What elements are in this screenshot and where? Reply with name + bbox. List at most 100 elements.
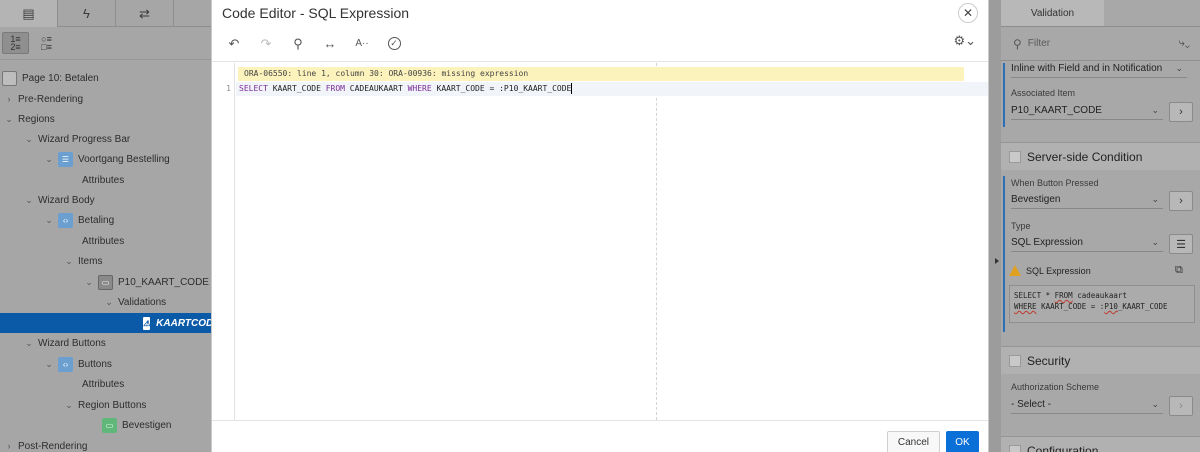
tree-node[interactable]: Attributes [0, 231, 211, 251]
associated-item-goto-button[interactable]: › [1169, 102, 1193, 122]
cancel-button[interactable]: Cancel [886, 431, 940, 452]
tree-node[interactable]: Attributes [0, 170, 211, 190]
dialog-titlebar: Code Editor - SQL Expression ✕ [212, 0, 988, 26]
tree-node-label: Validations [118, 296, 167, 308]
chevron-down-icon[interactable]: ⌄ [24, 134, 34, 145]
chevron-down-icon[interactable]: ⌄ [24, 195, 34, 206]
tree-node-label: Page 10: Betalen [22, 72, 99, 84]
tree-node-label: Bevestigen [122, 419, 172, 431]
button-icon: ▭ [102, 417, 117, 433]
tree-node[interactable]: ⌄ Wizard Buttons [0, 333, 211, 353]
tab-validation[interactable]: Validation [1001, 0, 1104, 27]
redo-icon: ↷ [260, 35, 272, 51]
tree-node[interactable]: ⌄ Validations [0, 292, 211, 312]
splitter-arrow-icon [995, 258, 999, 264]
configuration-header[interactable]: Configuration [1001, 436, 1200, 452]
tree-node[interactable]: ⌄ Items [0, 251, 211, 271]
redo-button[interactable]: ↷ [255, 33, 277, 55]
tree-node[interactable]: › Pre-Rendering [0, 89, 211, 109]
text-cursor [571, 83, 573, 94]
sql-keyword: WHERE [407, 84, 432, 93]
tree-node-label: Region Buttons [78, 399, 147, 411]
authorization-goto-button[interactable]: › [1169, 396, 1193, 416]
chevron-down-icon[interactable]: ⌄ [44, 215, 54, 226]
associated-item-select[interactable]: P10_KAART_CODE ⌄ [1011, 102, 1163, 120]
tree-node[interactable]: ⌄ ‹› Betaling [0, 210, 211, 230]
tree-node[interactable]: ⚠ KAARTCODE [0, 313, 211, 333]
chevron-right-icon: › [1179, 195, 1183, 207]
property-editor: Validation ⚲ Filter ⤷⌄ Inline with Field… [1001, 0, 1200, 452]
numbered-list-icon: 1≡ 2≡ [10, 34, 21, 52]
filter-input[interactable]: Filter [1028, 38, 1050, 49]
processing-tab[interactable]: ⇄ [116, 0, 174, 27]
tree-node-label: Wizard Buttons [38, 337, 106, 349]
chevron-down-icon: ⌄ [1175, 63, 1183, 73]
tree-node[interactable]: Page 10: Betalen [0, 68, 211, 88]
tree-node-label: Betaling [78, 214, 115, 226]
chevron-down-icon[interactable]: ⌄ [64, 400, 74, 411]
tree-node[interactable]: ⌄ ☰ Voortgang Bestelling [0, 149, 211, 169]
print-margin-ruler [656, 63, 657, 420]
autocomplete-button[interactable]: A·· [351, 33, 373, 55]
search-replace-button[interactable]: ↔ [319, 33, 341, 55]
chevron-down-icon[interactable]: ⌄ [104, 297, 114, 308]
sql-keyword: SELECT [239, 84, 268, 93]
when-button-pressed-select[interactable]: Bevestigen ⌄ [1011, 191, 1163, 209]
search-button[interactable]: ⚲ [287, 33, 309, 55]
chevron-down-icon[interactable]: ⌄ [24, 338, 34, 349]
chevron-down-icon[interactable]: ⌄ [84, 277, 94, 288]
tree-node[interactable]: › Post-Rendering [0, 436, 211, 452]
sql-expression-textarea[interactable]: SELECT * FROM cadeaukaart WHERE KAART_CO… [1009, 285, 1195, 323]
chevron-down-icon[interactable]: ⌄ [64, 256, 74, 267]
settings-menu-button[interactable]: ⚙⌄ [953, 33, 976, 49]
close-button[interactable]: ✕ [958, 3, 978, 23]
authorization-scheme-value: - Select - [1011, 399, 1052, 410]
tree-view-component-button[interactable]: ○≡ □≡ [33, 32, 60, 54]
security-header[interactable]: Security [1001, 346, 1200, 374]
undo-button[interactable]: ↶ [223, 33, 245, 55]
item-icon: ▭ [98, 274, 113, 290]
dialog-title: Code Editor - SQL Expression [222, 5, 410, 21]
authorization-scheme-label: Authorization Scheme [1011, 382, 1100, 392]
chevron-down-icon: ⌄ [1151, 237, 1159, 247]
chevron-down-icon[interactable]: ⌄ [44, 154, 54, 165]
rendering-tab[interactable]: ▤ [0, 0, 58, 27]
tree-node-label: Pre-Rendering [18, 93, 84, 105]
tree-view-region-button[interactable]: 1≡ 2≡ [2, 32, 29, 54]
tree-node[interactable]: Attributes [0, 374, 211, 394]
tree-node[interactable]: ⌄ Regions [0, 109, 211, 129]
panel-splitter[interactable] [989, 0, 1001, 452]
ok-button[interactable]: OK [946, 431, 979, 452]
tree-node[interactable]: ⌄ Wizard Body [0, 190, 211, 210]
tree-node-label: Post-Rendering [18, 440, 88, 452]
code-editor[interactable]: 1 ORA-06550: line 1, column 30: ORA-0093… [212, 63, 988, 420]
type-value: SQL Expression [1011, 237, 1083, 248]
collapse-icon [1009, 444, 1021, 452]
shapes-list-icon: ○≡ □≡ [41, 34, 52, 52]
tree-node[interactable]: ▭ Bevestigen [0, 415, 211, 435]
button-goto-button[interactable]: › [1169, 191, 1193, 211]
type-select[interactable]: SQL Expression ⌄ [1011, 234, 1163, 252]
dynamic-actions-tab[interactable]: ϟ [58, 0, 116, 27]
chevron-down-icon: ⌄ [1151, 399, 1159, 409]
error-message: ORA-06550: line 1, column 30: ORA-00936:… [238, 67, 964, 81]
chevron-right-icon[interactable]: › [4, 441, 14, 451]
type-list-button[interactable]: ☰ [1169, 234, 1193, 254]
chevron-down-icon: ⌄ [1151, 105, 1159, 115]
authorization-scheme-select[interactable]: - Select - ⌄ [1011, 396, 1163, 414]
goto-group-button[interactable]: ⤷⌄ [1179, 37, 1190, 50]
open-code-editor-icon[interactable]: ⧉ [1175, 264, 1183, 277]
tree-node[interactable]: ⌄ Region Buttons [0, 395, 211, 415]
validate-button[interactable]: ✓ [383, 33, 405, 55]
code-line[interactable]: SELECT KAART_CODE FROM CADEAUKAART WHERE… [236, 82, 988, 96]
chevron-down-icon[interactable]: ⌄ [4, 114, 14, 125]
server-side-condition-header[interactable]: Server-side Condition [1001, 142, 1200, 170]
tree-node[interactable]: ⌄ ‹› Buttons [0, 354, 211, 374]
chevron-down-icon[interactable]: ⌄ [44, 359, 54, 370]
code-icon: ‹› [58, 356, 73, 372]
active-indicator [1003, 63, 1005, 127]
chevron-right-icon[interactable]: › [4, 94, 14, 104]
tree-node[interactable]: ⌄ ▭ P10_KAART_CODE [0, 272, 211, 292]
tree-node[interactable]: ⌄ Wizard Progress Bar [0, 129, 211, 149]
display-location-select[interactable]: Inline with Field and in Notification ⌄ [1011, 60, 1187, 78]
